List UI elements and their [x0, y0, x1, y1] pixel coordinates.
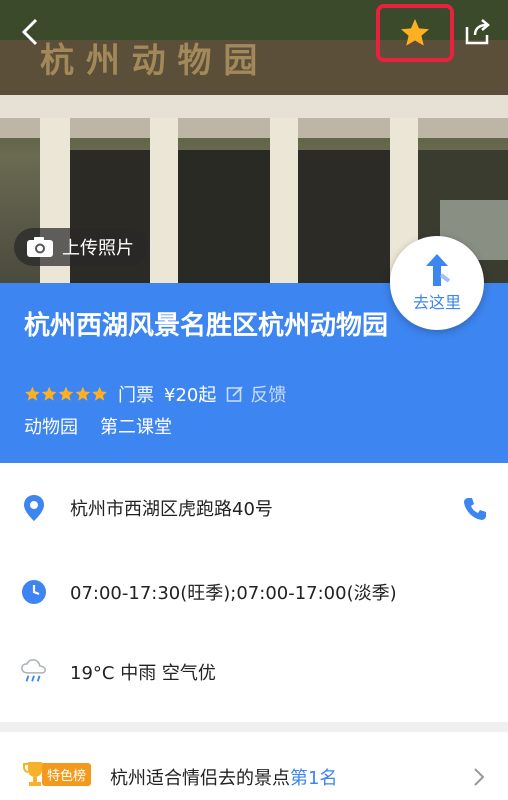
feedback-link[interactable]: 反馈: [226, 381, 286, 407]
hours-row: 07:00-17:30(旺季);07:00-17:00(淡季): [0, 562, 508, 622]
section-divider: [0, 722, 508, 732]
phone-icon: [464, 498, 486, 520]
gate-sign-text: 杭 州 动 物 园: [40, 41, 257, 81]
rating-row: 门票 ¥20起 反馈: [24, 381, 286, 407]
address-row[interactable]: 杭州市西湖区虎跑路40号: [0, 478, 508, 538]
weather-text: 19°C 中雨 空气优: [70, 663, 216, 684]
ranking-badge-label: 特色榜: [42, 762, 92, 786]
tag-item: 动物园: [24, 417, 78, 438]
rating-stars: [24, 385, 108, 403]
favorite-button[interactable]: [376, 4, 454, 62]
five-star-rating-icon: [25, 386, 107, 401]
share-button[interactable]: [458, 12, 498, 52]
back-arrow-icon: [21, 18, 38, 46]
address-text: 杭州市西湖区虎跑路40号: [70, 499, 273, 520]
ranking-text: 杭州适合情侣去的景点第1名: [110, 764, 337, 790]
tag-item: 第二课堂: [100, 417, 172, 438]
ranking-badge: 特色榜: [22, 760, 92, 788]
chevron-right-icon: [474, 768, 485, 786]
share-icon: [465, 19, 490, 45]
hours-text: 07:00-17:30(旺季);07:00-17:00(淡季): [70, 583, 397, 604]
ticket-price: ¥20起: [164, 385, 217, 406]
ranking-row[interactable]: 特色榜 杭州适合情侣去的景点第1名: [0, 748, 508, 800]
category-tags: 动物园 第二课堂: [24, 413, 172, 439]
feedback-label: 反馈: [250, 385, 287, 406]
ranking-position: 第1名: [290, 768, 338, 789]
upload-photo-button[interactable]: 上传照片: [14, 228, 148, 266]
go-here-button[interactable]: 去这里: [390, 236, 484, 330]
ranking-description: 杭州适合情侣去的景点: [110, 768, 290, 789]
place-title: 杭州西湖风景名胜区杭州动物园: [24, 311, 389, 341]
location-pin-icon: [20, 494, 48, 522]
clock-icon: [20, 578, 48, 606]
ticket-label: 门票: [118, 385, 154, 406]
go-here-label: 去这里: [412, 293, 461, 312]
star-icon: [401, 19, 429, 46]
back-button[interactable]: [10, 12, 50, 52]
phone-button[interactable]: [460, 494, 490, 524]
weather-row: 19°C 中雨 空气优: [0, 642, 508, 702]
upload-photo-label: 上传照片: [62, 238, 134, 259]
camera-icon: [27, 237, 53, 257]
edit-icon: [227, 386, 243, 402]
route-arrow-icon: [426, 254, 451, 286]
rain-cloud-icon: [20, 658, 48, 686]
